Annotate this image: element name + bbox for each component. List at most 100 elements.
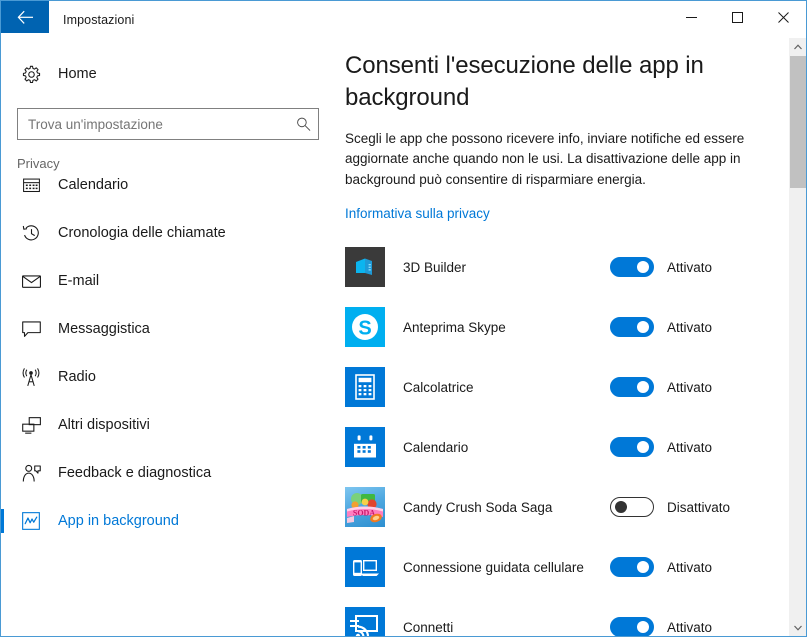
app-row: 3D Builder Attivato [345, 237, 765, 297]
message-icon [17, 320, 45, 338]
app-toggle-area: Attivato [610, 557, 765, 578]
app-icon-connect [345, 607, 385, 636]
content-area: Consenti l'esecuzione delle app in backg… [335, 38, 806, 636]
page-description: Scegli le app che possono ricevere info,… [345, 130, 745, 187]
svg-text:S: S [358, 318, 371, 340]
content-scrollbar[interactable] [789, 38, 806, 636]
app-list: 3D Builder Attivato S Anteprima Skype At… [345, 237, 765, 636]
app-toggle-area: Attivato [610, 377, 765, 398]
sidebar-item-email[interactable]: E-mail [1, 257, 335, 305]
app-toggle-label: Attivato [667, 439, 713, 455]
app-toggle[interactable] [610, 617, 654, 636]
app-row: SODA Candy Crush Soda Saga Disattivato [345, 477, 765, 537]
minimize-button[interactable] [668, 1, 714, 33]
toggle-knob [637, 561, 649, 574]
app-toggle-area: Disattivato [610, 497, 765, 518]
app-toggle[interactable] [610, 257, 654, 278]
app-toggle-area: Attivato [610, 617, 765, 636]
scrollbar-thumb[interactable] [790, 56, 806, 188]
maximize-button[interactable] [714, 1, 760, 33]
app-toggle-label: Attivato [667, 259, 713, 275]
app-name: Calcolatrice [403, 379, 474, 395]
app-icon-cellular-setup [345, 547, 385, 588]
app-icon-skype: S [345, 307, 385, 348]
sidebar-item-radio[interactable]: Radio [1, 353, 335, 401]
app-toggle[interactable] [610, 377, 654, 398]
sidebar-item-label: Calendario [58, 177, 129, 193]
sidebar-section-heading: Privacy [17, 156, 60, 171]
back-button[interactable] [1, 1, 49, 33]
app-toggle-label: Attivato [667, 379, 713, 395]
title-bar: Impostazioni [1, 1, 806, 38]
app-name: Connetti [403, 619, 454, 635]
scroll-down-arrow[interactable] [790, 619, 806, 636]
feedback-icon [17, 464, 45, 483]
sidebar-nav-list: Calendario Cronologia delle chiamate E-m… [1, 177, 335, 545]
privacy-policy-link[interactable]: Informativa sulla privacy [345, 206, 490, 221]
toggle-knob [637, 321, 649, 334]
content-scroll: Consenti l'esecuzione delle app in backg… [335, 38, 789, 636]
sidebar-item-label: Feedback e diagnostica [58, 465, 212, 481]
close-button[interactable] [760, 1, 806, 33]
toggle-knob [637, 621, 649, 634]
app-toggle-label: Attivato [667, 619, 713, 635]
app-name: Candy Crush Soda Saga [403, 499, 553, 515]
app-row: Connessione guidata cellulare Attivato [345, 537, 765, 597]
app-toggle-area: Attivato [610, 257, 765, 278]
search-container [17, 108, 319, 140]
call-history-icon [17, 224, 45, 243]
app-row: Calcolatrice Attivato [345, 357, 765, 417]
app-icon-candy-crush: SODA [345, 487, 385, 528]
sidebar-item-label: Radio [58, 369, 96, 385]
app-toggle-label: Disattivato [667, 499, 731, 515]
app-toggle-label: Attivato [667, 319, 713, 335]
app-icon-calculator [345, 367, 385, 408]
sidebar-item-altri-dispositivi[interactable]: Altri dispositivi [1, 401, 335, 449]
search-icon[interactable] [296, 117, 311, 132]
app-row: S Anteprima Skype Attivato [345, 297, 765, 357]
sidebar-item-label: App in background [58, 513, 179, 529]
mail-icon [17, 274, 45, 289]
gear-icon [17, 65, 45, 84]
sidebar-item-app-in-background[interactable]: App in background [1, 497, 335, 545]
app-row: Connetti Attivato [345, 597, 765, 636]
background-apps-icon [17, 512, 45, 530]
app-toggle-label: Attivato [667, 559, 713, 575]
other-devices-icon [17, 416, 45, 434]
app-toggle[interactable] [610, 557, 654, 578]
sidebar: Home Privacy [1, 38, 335, 636]
sidebar-item-calendario[interactable]: Calendario [1, 177, 335, 209]
calendar-icon [17, 177, 45, 193]
sidebar-item-label: Cronologia delle chiamate [58, 225, 226, 241]
app-toggle-area: Attivato [610, 437, 765, 458]
window-controls [668, 1, 806, 33]
sidebar-item-home[interactable]: Home [1, 54, 335, 94]
app-toggle[interactable] [610, 317, 654, 338]
search-box[interactable] [17, 108, 319, 140]
app-toggle-area: Attivato [610, 317, 765, 338]
app-name: 3D Builder [403, 259, 467, 275]
sidebar-item-label: Altri dispositivi [58, 417, 150, 433]
search-input[interactable] [18, 109, 318, 139]
page-title: Consenti l'esecuzione delle app in backg… [345, 52, 704, 111]
app-toggle[interactable] [610, 437, 654, 458]
sidebar-item-cronologia-chiamate[interactable]: Cronologia delle chiamate [1, 209, 335, 257]
sidebar-home-label: Home [58, 66, 97, 82]
window-body: Home Privacy [1, 38, 806, 636]
toggle-knob [637, 381, 649, 394]
sidebar-item-messaggistica[interactable]: Messaggistica [1, 305, 335, 353]
app-name: Connessione guidata cellulare [403, 559, 584, 575]
window-title: Impostazioni [63, 12, 135, 27]
scroll-up-arrow[interactable] [790, 38, 806, 55]
app-icon-3d-builder [345, 247, 385, 288]
app-name: Anteprima Skype [403, 319, 506, 335]
settings-window: Impostazioni Home Trova un'impostazione … [0, 0, 807, 637]
sidebar-scroll-area: Calendario Cronologia delle chiamate E-m… [1, 177, 335, 636]
sidebar-item-feedback-diagnostica[interactable]: Feedback e diagnostica [1, 449, 335, 497]
app-toggle[interactable] [610, 497, 654, 518]
sidebar-item-label: Messaggistica [58, 321, 150, 337]
app-row: Calendario Attivato [345, 417, 765, 477]
app-name: Calendario [403, 439, 469, 455]
radio-icon [17, 367, 45, 387]
toggle-knob [637, 261, 649, 274]
